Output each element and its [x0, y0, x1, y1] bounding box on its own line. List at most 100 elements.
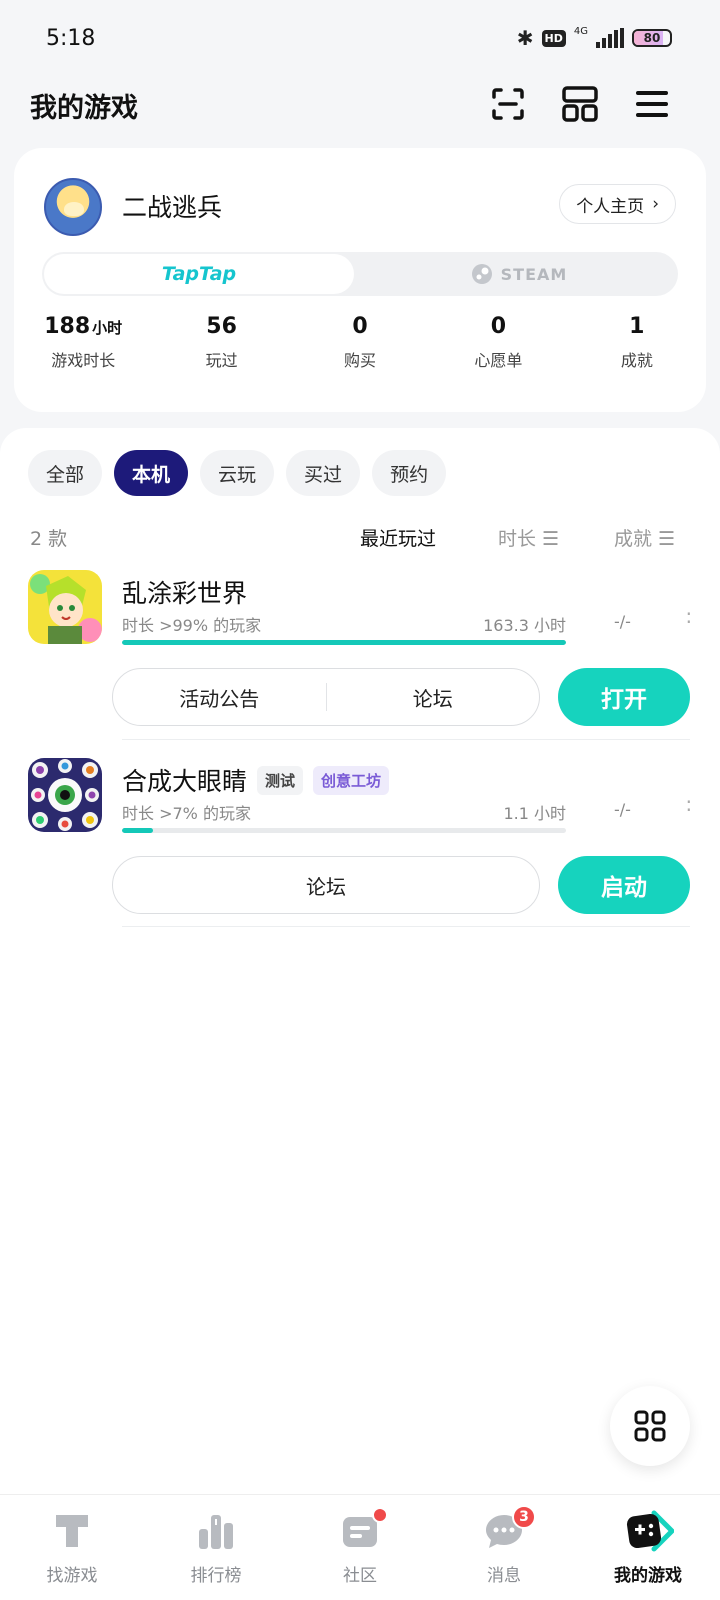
status-time: 5:18: [46, 26, 96, 51]
stats-row: 188 小时 游戏时长 56 玩过 0 购买 0 心愿单 1 成就: [14, 314, 706, 371]
hd-icon: HD: [541, 29, 566, 47]
playtime-progress: [122, 828, 566, 833]
game-links: 活动公告 论坛: [112, 668, 540, 726]
battery-icon: 80: [632, 29, 672, 47]
game-achievement: -/-: [614, 800, 631, 819]
tag-workshop: 创意工坊: [313, 765, 390, 795]
filter-chips: 全部 本机 云玩 买过 预约: [28, 450, 447, 496]
chevron-right-icon: ›: [652, 194, 659, 214]
filter-local[interactable]: 本机: [114, 450, 189, 496]
game-percentile: 时长 >99% 的玩家: [122, 616, 262, 635]
stat-label: 购买: [344, 351, 377, 370]
game-icon[interactable]: [28, 758, 102, 832]
avatar[interactable]: [44, 178, 102, 236]
network-type: 4G: [573, 26, 588, 37]
announcement-button[interactable]: 活动公告: [113, 683, 326, 712]
page-title: 我的游戏: [30, 93, 138, 124]
filter-bought[interactable]: 买过: [286, 450, 361, 496]
nav-label: 找游戏: [46, 1566, 98, 1586]
nav-label: 消息: [487, 1566, 521, 1586]
nav-messages[interactable]: 3 消息: [432, 1495, 576, 1600]
signal-icon: [596, 28, 624, 48]
community-icon: [338, 1507, 388, 1553]
sort-recent[interactable]: 最近玩过: [360, 524, 436, 551]
tab-taptap[interactable]: TapTap: [44, 254, 354, 294]
nav-label: 我的游戏: [614, 1566, 682, 1586]
forum-button[interactable]: 论坛: [327, 683, 540, 712]
game-achievement: -/-: [614, 612, 631, 631]
message-icon: 3: [482, 1505, 536, 1553]
stat-label: 游戏时长: [51, 351, 116, 370]
grid-icon: [634, 1410, 666, 1442]
game-name[interactable]: 合成大眼睛 测试 创意工坊: [122, 762, 390, 798]
sort-achievement[interactable]: 成就 ☰: [614, 524, 675, 551]
scan-icon[interactable]: [488, 84, 528, 124]
more-icon[interactable]: · ·: [686, 604, 692, 632]
divider: [122, 739, 690, 740]
menu-icon[interactable]: [632, 84, 672, 124]
taptap-icon: [50, 1509, 94, 1553]
apps-fab[interactable]: [610, 1386, 690, 1466]
stat-playtime[interactable]: 188 小时 游戏时长: [14, 314, 152, 371]
game-list-panel: 全部 本机 云玩 买过 预约 2 款 最近玩过 时长 ☰ 成就 ☰ 乱涂彩世界 …: [0, 428, 720, 1494]
nav-community[interactable]: 社区: [288, 1495, 432, 1600]
status-bar: 5:18 ✱ HD 4G 80: [0, 0, 720, 80]
profile-card: 二战逃兵 个人主页 › TapTap STEAM 188 小时 游戏时长 56 玩…: [14, 148, 706, 412]
sort-time[interactable]: 时长 ☰: [498, 524, 559, 551]
nav-label: 排行榜: [190, 1566, 242, 1586]
game-links: 论坛: [112, 856, 540, 914]
stat-wishlist[interactable]: 0 心愿单: [429, 314, 567, 371]
notification-dot: [372, 1507, 388, 1523]
layout-icon[interactable]: [560, 84, 600, 124]
playtime-progress: [122, 640, 566, 645]
divider: [122, 926, 690, 927]
nav-label: 社区: [343, 1566, 377, 1586]
more-icon[interactable]: · ·: [686, 792, 692, 820]
stat-purchased[interactable]: 0 购买: [291, 314, 429, 371]
username: 二战逃兵: [122, 193, 223, 222]
platform-switch: TapTap STEAM: [42, 252, 678, 296]
forum-button[interactable]: 论坛: [113, 871, 539, 900]
tab-steam-label: STEAM: [500, 264, 568, 284]
open-button[interactable]: 打开: [558, 668, 690, 726]
game-hours: 1.1 小时: [503, 804, 566, 823]
steam-icon: [471, 264, 492, 284]
game-title: 乱涂彩世界: [122, 579, 248, 608]
message-badge: 3: [512, 1505, 536, 1529]
stat-value: 0: [490, 314, 507, 339]
filter-cloud[interactable]: 云玩: [200, 450, 275, 496]
status-icons: ✱ HD 4G 80: [517, 26, 672, 50]
tab-steam[interactable]: STEAM: [360, 252, 678, 296]
bluetooth-icon: ✱: [516, 26, 534, 50]
stat-label: 心愿单: [474, 351, 523, 370]
homepage-label: 个人主页: [576, 196, 645, 217]
battery-level: 80: [643, 31, 661, 45]
ranking-icon: [194, 1509, 238, 1553]
stat-value: 0: [352, 314, 368, 339]
stat-value: 1: [629, 314, 645, 339]
stat-achievements[interactable]: 1 成就: [568, 314, 706, 371]
stat-played[interactable]: 56 玩过: [152, 314, 290, 371]
game-name[interactable]: 乱涂彩世界: [122, 574, 247, 610]
game-hours: 163.3 小时: [483, 616, 566, 635]
game-percentile: 时长 >7% 的玩家: [122, 804, 251, 823]
homepage-button[interactable]: 个人主页 ›: [559, 184, 676, 224]
launch-button[interactable]: 启动: [558, 856, 690, 914]
stat-label: 成就: [620, 351, 653, 370]
game-count: 2 款: [30, 528, 68, 550]
page-header: 我的游戏: [0, 80, 720, 144]
game-title: 合成大眼睛: [122, 767, 248, 796]
gamepad-icon: [626, 1509, 676, 1553]
nav-find-games[interactable]: 找游戏: [0, 1495, 144, 1600]
nav-my-games[interactable]: 我的游戏: [576, 1495, 720, 1600]
stat-unit: 小时: [92, 319, 123, 337]
bottom-nav: 找游戏 排行榜 社区 3 消息 我的游戏: [0, 1494, 720, 1600]
stat-label: 玩过: [205, 351, 238, 370]
filter-reserved[interactable]: 预约: [372, 450, 447, 496]
game-icon[interactable]: [28, 570, 102, 644]
nav-ranking[interactable]: 排行榜: [144, 1495, 288, 1600]
stat-value: 56: [206, 314, 237, 339]
filter-all[interactable]: 全部: [28, 450, 103, 496]
tag-test: 测试: [257, 765, 304, 795]
stat-value: 188: [44, 314, 91, 339]
